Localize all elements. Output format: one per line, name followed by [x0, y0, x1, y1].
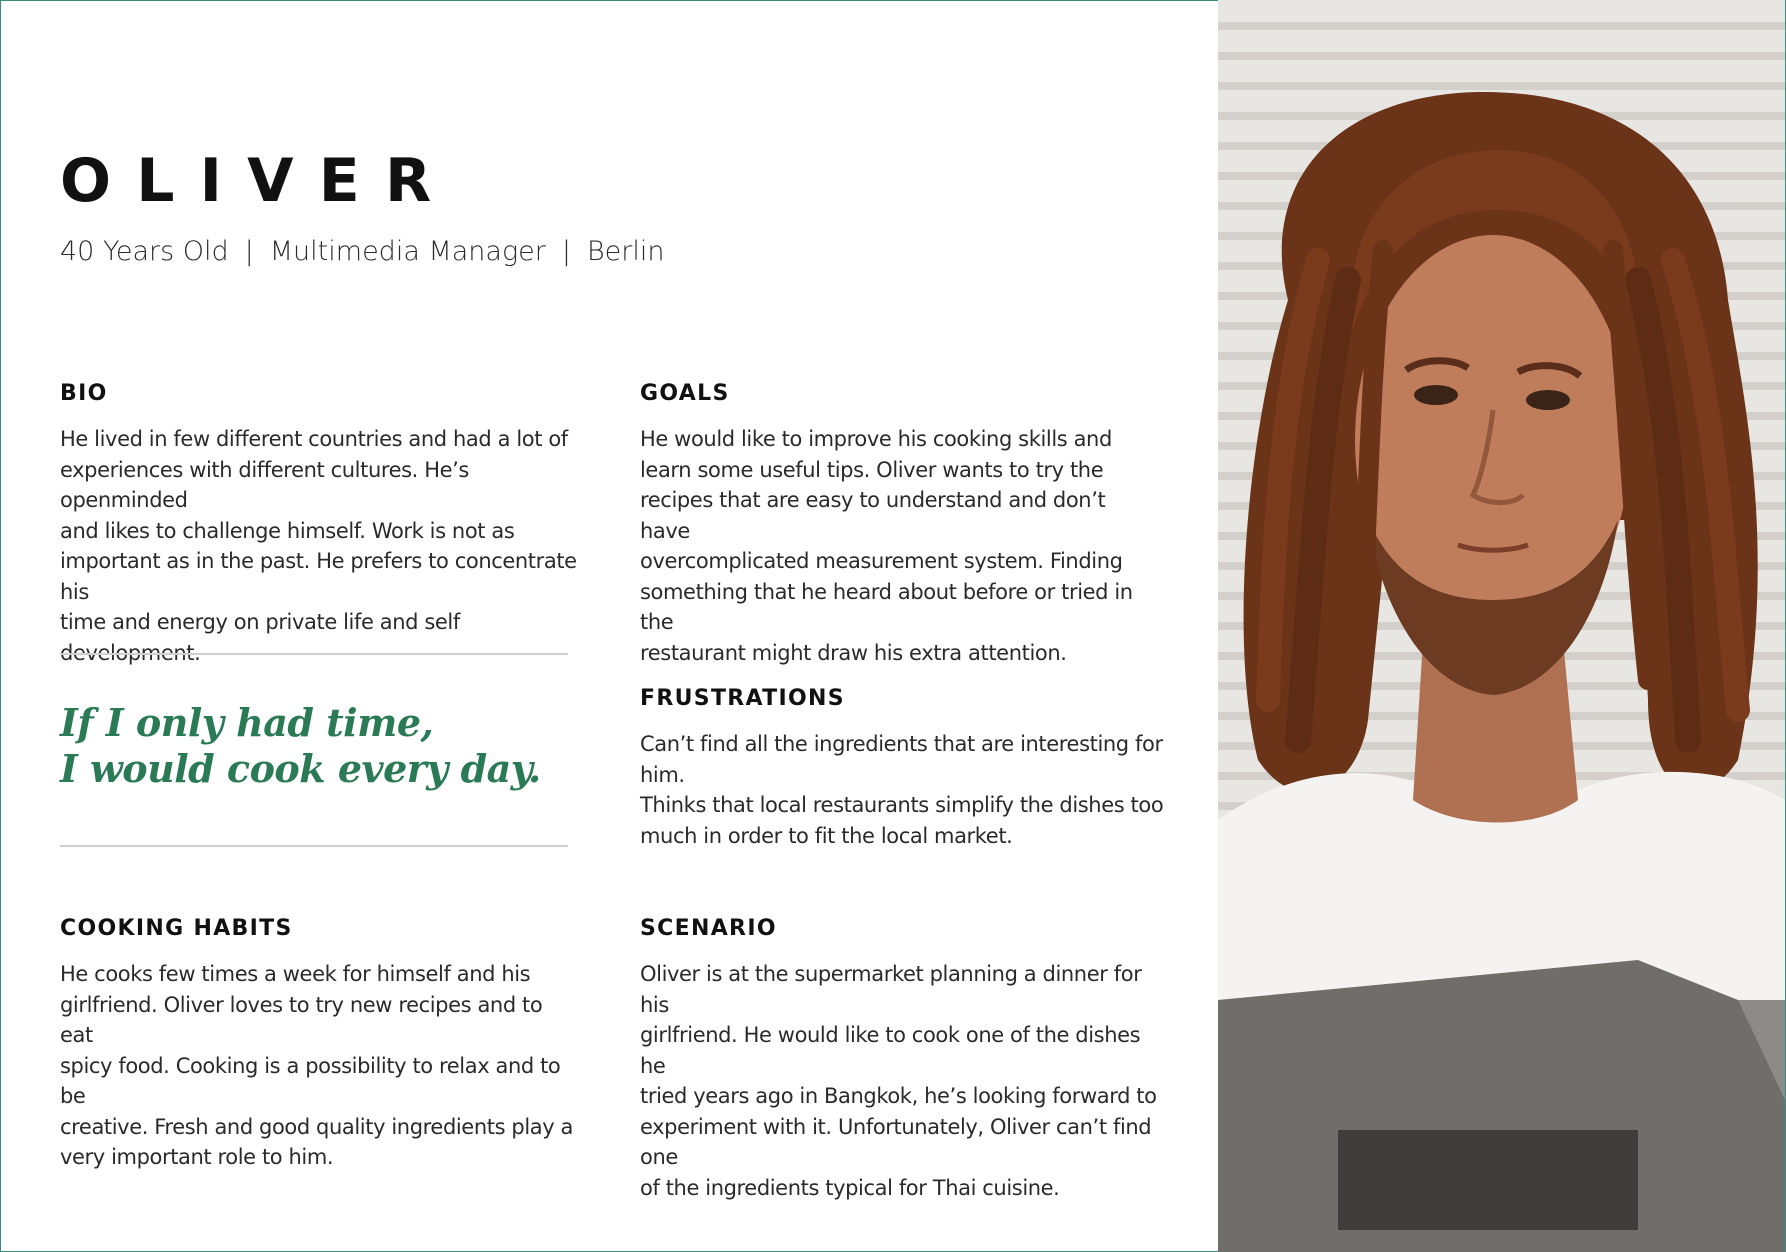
scenario-text: Oliver is at the supermarket planning a …	[640, 959, 1160, 1203]
quote-divider-bottom	[60, 845, 568, 847]
scenario-line: Oliver is at the supermarket planning a …	[640, 962, 1142, 1017]
cooking-habits-line: creative. Fresh and good quality ingredi…	[60, 1114, 573, 1139]
bio-text: He lived in few different countries and …	[60, 424, 580, 668]
goals-section: GOALS He would like to improve his cooki…	[640, 381, 1160, 668]
goals-text: He would like to improve his cooking ski…	[640, 424, 1160, 668]
persona-quote: If I only had time, I would cook every d…	[60, 700, 541, 792]
cooking-habits-text: He cooks few times a week for himself an…	[60, 959, 580, 1173]
bio-line: experiences with different cultures. He’…	[60, 457, 469, 513]
meta-separator: |	[561, 236, 571, 267]
persona-age: 40 Years Old	[60, 236, 229, 267]
bio-heading: BIO	[60, 381, 108, 406]
scenario-line: girlfriend. He would like to cook one of…	[640, 1023, 1141, 1078]
frustrations-line: Can’t find all the ingredients that are …	[640, 732, 1163, 787]
cooking-habits-line: spicy food. Cooking is a possibility to …	[60, 1053, 561, 1109]
persona-photo	[1218, 0, 1785, 1252]
scenario-section: SCENARIO Oliver is at the supermarket pl…	[640, 916, 1160, 1203]
cooking-habits-line: girlfriend. Oliver loves to try new reci…	[60, 992, 543, 1048]
persona-occupation: Multimedia Manager	[269, 236, 546, 267]
goals-line: something that he heard about before or …	[640, 579, 1133, 635]
persona-name: OLIVER	[60, 146, 457, 216]
quote-line: If I only had time,	[60, 700, 434, 745]
meta-separator: |	[244, 236, 254, 267]
scenario-line: tried years ago in Bangkok, he’s looking…	[640, 1084, 1157, 1108]
frustrations-line: Thinks that local restaurants simplify t…	[640, 793, 1164, 817]
frustrations-line: much in order to fit the local market.	[640, 823, 1013, 848]
portrait-illustration	[1218, 91, 1785, 1252]
goals-line: recipes that are easy to understand and …	[640, 488, 1106, 543]
goals-line: learn some useful tips. Oliver wants to …	[640, 457, 1104, 482]
goals-heading: GOALS	[640, 381, 730, 406]
quote-divider-top	[60, 653, 568, 655]
bio-section: BIO He lived in few different countries …	[60, 381, 580, 668]
persona-location: Berlin	[586, 236, 665, 267]
frustrations-heading: FRUSTRATIONS	[640, 686, 845, 711]
persona-content: OLIVER 40 Years Old | Multimedia Manager | B…	[0, 0, 1218, 1252]
scenario-line: experiment with it. Unfortunately, Olive…	[640, 1114, 1152, 1170]
persona-meta: 40 Years Old | Multimedia Manager | Berlin	[60, 236, 664, 267]
frustrations-text: Can’t find all the ingredients that are …	[640, 729, 1180, 851]
cooking-habits-heading: COOKING HABITS	[60, 916, 293, 941]
goals-line: He would like to improve his cooking ski…	[640, 427, 1112, 451]
goals-line: restaurant might draw his extra attentio…	[640, 640, 1067, 665]
cooking-habits-line: He cooks few times a week for himself an…	[60, 962, 531, 986]
frustrations-section: FRUSTRATIONS Can’t find all the ingredie…	[640, 686, 1180, 851]
cooking-habits-section: COOKING HABITS He cooks few times a week…	[60, 916, 580, 1173]
cooking-habits-line: very important role to him.	[60, 1145, 334, 1169]
quote-line: I would cook every day.	[60, 746, 541, 791]
bio-line: important as in the past. He prefers to …	[60, 549, 577, 604]
scenario-heading: SCENARIO	[640, 916, 777, 941]
bio-line: and likes to challenge himself. Work is …	[60, 518, 515, 543]
bio-line: He lived in few different countries and …	[60, 427, 568, 451]
bio-line: time and energy on private life and self…	[60, 610, 460, 665]
goals-line: overcomplicated measurement system. Find…	[640, 549, 1123, 573]
scenario-line: of the ingredients typical for Thai cuis…	[640, 1175, 1060, 1200]
